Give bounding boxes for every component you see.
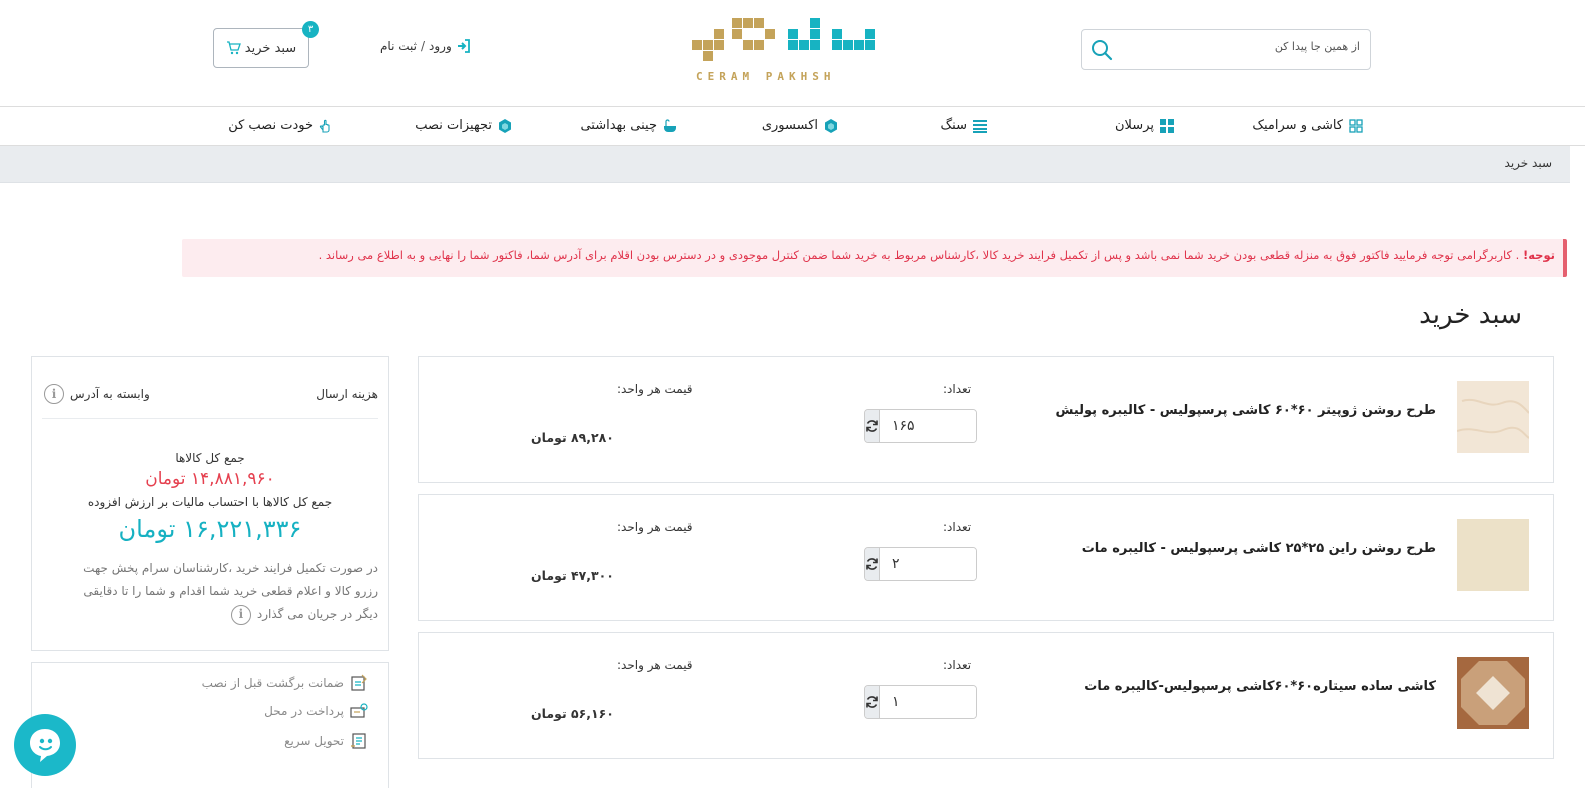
- shipping-value: وابسته به آدرس: [70, 387, 150, 401]
- login-separator: /: [420, 39, 426, 53]
- nav-item-label: اکسسوری: [761, 118, 818, 133]
- hand-pointer-icon: [319, 119, 330, 133]
- breadcrumb: سبد خرید: [0, 146, 1570, 183]
- tiles-grid-icon: [1349, 118, 1363, 133]
- feature-label: پرداخت در محل: [264, 704, 344, 718]
- cart-button-label: سبد خرید: [244, 40, 297, 56]
- four-squares-icon: [1160, 118, 1174, 133]
- accessory-cube-icon: [825, 118, 837, 133]
- quantity-label: تعداد:: [943, 382, 972, 396]
- cart-item: کاشی ساده سیتاره۶۰*۶۰کاشی پرسپولیس-کالیب…: [418, 632, 1554, 759]
- unit-price-label: قیمت هر واحد:: [617, 658, 693, 672]
- total-with-tax-label: جمع کل کالاها با احتساب مالیات بر ارزش ا…: [87, 495, 333, 509]
- equipment-cube-icon: [499, 118, 511, 133]
- alert-text: . کاربرگرامی توجه فرمایید فاکتور فوق به …: [318, 248, 1523, 262]
- quantity-input[interactable]: [880, 410, 976, 442]
- nav-item-label: سنگ: [940, 118, 967, 133]
- nav-item-label: کاشی و سرامیک: [1252, 118, 1343, 133]
- sign-in-icon: [457, 39, 470, 53]
- shipping-label: هزینه ارسال: [316, 387, 378, 401]
- site-logo[interactable]: CERAM PAKHSH: [692, 12, 892, 84]
- shopping-cart-icon: [226, 41, 241, 55]
- feature-pay-on-delivery: پرداخت در محل: [264, 702, 368, 720]
- update-quantity-button[interactable]: [865, 410, 880, 442]
- unit-price-label: قیمت هر واحد:: [617, 382, 693, 396]
- info-icon[interactable]: i: [230, 604, 251, 625]
- search-input[interactable]: [1125, 40, 1360, 53]
- search-icon[interactable]: [1090, 38, 1114, 62]
- quantity-input[interactable]: [880, 686, 976, 718]
- refresh-icon: [866, 558, 878, 570]
- alert-prefix: توجه!: [1522, 248, 1555, 262]
- cart-button[interactable]: سبد خرید ۳: [213, 21, 319, 68]
- cart-count-badge: ۳: [302, 21, 319, 38]
- quantity-label: تعداد:: [943, 658, 972, 672]
- refresh-icon: [866, 696, 878, 708]
- nav-item-label: خودت نصب کن: [228, 118, 313, 133]
- search-box[interactable]: [1081, 29, 1371, 70]
- shipping-row: هزینه ارسال وابسته به آدرس i: [42, 379, 378, 419]
- breadcrumb-current: سبد خرید: [1504, 156, 1552, 170]
- quantity-label: تعداد:: [943, 520, 972, 534]
- stone-bars-icon: [973, 119, 987, 133]
- order-summary: هزینه ارسال وابسته به آدرس i جمع کل کالا…: [31, 356, 389, 651]
- nav-item-porcelain[interactable]: پرسلان: [1115, 118, 1174, 133]
- main-nav: کاشی و سرامیک پرسلان سنگ اکسسوری چینی به…: [0, 106, 1585, 146]
- return-guarantee-icon: [351, 674, 367, 691]
- unit-price-label: قیمت هر واحد:: [617, 520, 693, 534]
- logo-text: CERAM PAKHSH: [696, 70, 836, 83]
- page-title: سبد خرید: [1419, 300, 1522, 330]
- cart-item: طرح روشن راین ۲۵*۲۵ کاشی پرسپولیس - کالی…: [418, 494, 1554, 621]
- summary-note: در صورت تکمیل فرایند خرید ،کارشناسان سرا…: [58, 557, 378, 626]
- nav-item-label: چینی بهداشتی: [580, 118, 657, 133]
- total-with-tax-value: ۱۶,۲۲۱,۳۳۶ تومان: [118, 515, 302, 543]
- register-link[interactable]: ثبت نام: [380, 39, 417, 53]
- nav-item-label: تجهیزات نصب: [415, 118, 492, 133]
- nav-item-stone[interactable]: سنگ: [941, 118, 987, 133]
- cart-item: طرح روشن ژوپیتر ۶۰*۶۰ کاشی پرسپولیس - کا…: [418, 356, 1554, 483]
- feature-return-guarantee: ضمانت برگشت قبل از نصب: [202, 674, 368, 692]
- total-label: جمع کل کالاها: [175, 451, 245, 465]
- product-thumbnail[interactable]: [1457, 519, 1529, 591]
- product-thumbnail[interactable]: [1457, 381, 1529, 453]
- product-name[interactable]: طرح روشن ژوپیتر ۶۰*۶۰ کاشی پرسپولیس - کا…: [1055, 403, 1436, 418]
- invoice-notice-alert: توجه! . کاربرگرامی توجه فرمایید فاکتور ف…: [182, 239, 1567, 277]
- logo-mark-icon: [692, 18, 875, 61]
- total-value: ۱۴,۸۸۱,۹۶۰ تومان: [145, 469, 275, 489]
- feature-fast-delivery: تحویل سریع: [284, 732, 368, 750]
- product-name[interactable]: کاشی ساده سیتاره۶۰*۶۰کاشی پرسپولیس-کالیب…: [1084, 679, 1436, 694]
- nav-item-diy[interactable]: خودت نصب کن: [228, 118, 333, 133]
- nav-item-sanitary[interactable]: چینی بهداشتی: [580, 118, 677, 133]
- info-icon[interactable]: i: [44, 384, 64, 404]
- nav-item-equipment[interactable]: تجهیزات نصب: [415, 118, 512, 133]
- quantity-stepper: [864, 409, 977, 443]
- bathtub-icon: [664, 118, 676, 132]
- update-quantity-button[interactable]: [865, 686, 880, 718]
- login-link[interactable]: ورود: [429, 39, 452, 53]
- unit-price-value: ۸۹,۲۸۰ تومان: [531, 430, 614, 445]
- unit-price-value: ۵۶,۱۶۰ تومان: [531, 706, 614, 721]
- nav-item-accessory[interactable]: اکسسوری: [762, 118, 838, 133]
- quantity-stepper: [864, 547, 977, 581]
- feature-label: تحویل سریع: [284, 734, 344, 748]
- nav-item-label: پرسلان: [1115, 118, 1154, 133]
- login-register[interactable]: ورود / ثبت نام: [380, 38, 472, 54]
- nav-item-tiles[interactable]: کاشی و سرامیک: [1252, 118, 1363, 133]
- product-name[interactable]: طرح روشن راین ۲۵*۲۵ کاشی پرسپولیس - کالی…: [1082, 541, 1436, 556]
- service-features: ضمانت برگشت قبل از نصب پرداخت در محل تحو…: [31, 662, 389, 788]
- chat-widget-button[interactable]: [14, 714, 76, 776]
- chat-bubble-icon: [30, 729, 60, 762]
- feature-label: ضمانت برگشت قبل از نصب: [201, 676, 344, 690]
- quantity-stepper: [864, 685, 977, 719]
- unit-price-value: ۴۷,۳۰۰ تومان: [531, 568, 614, 583]
- fast-delivery-icon: [351, 733, 366, 749]
- refresh-icon: [866, 420, 878, 432]
- update-quantity-button[interactable]: [865, 548, 880, 580]
- pay-on-delivery-icon: [350, 703, 368, 718]
- quantity-input[interactable]: [880, 548, 976, 580]
- product-thumbnail[interactable]: [1457, 657, 1529, 729]
